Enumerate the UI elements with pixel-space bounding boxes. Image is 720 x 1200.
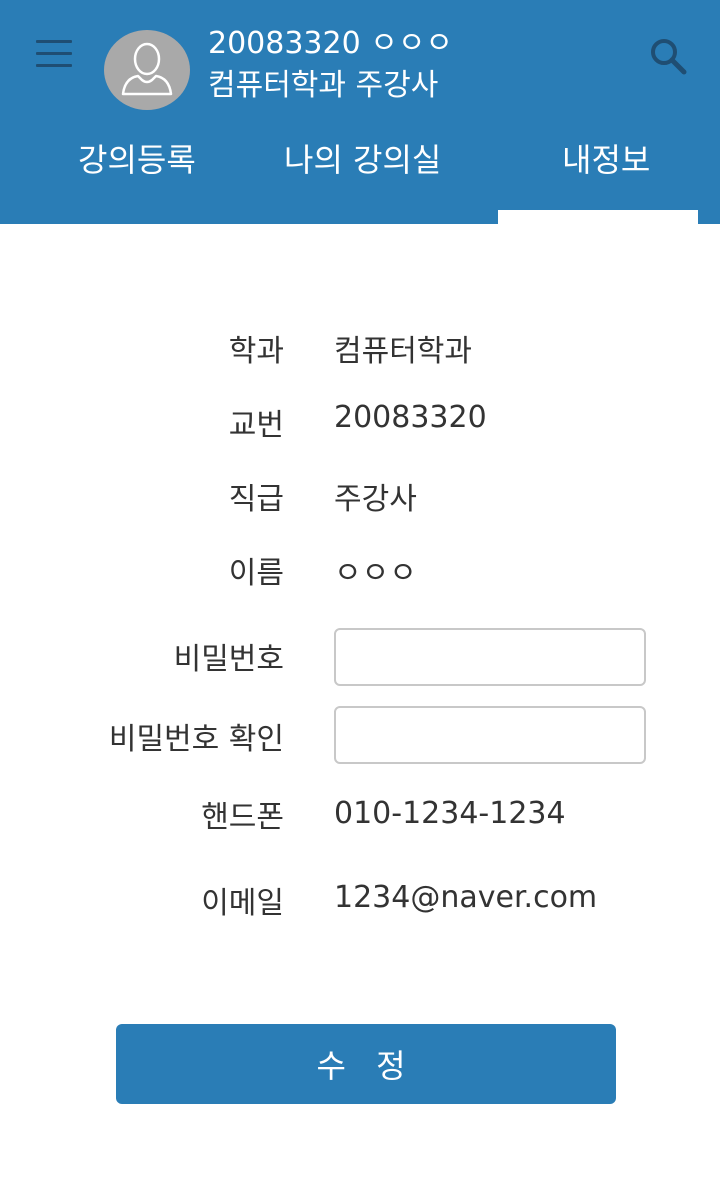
password-confirm-label: 비밀번호 확인	[108, 722, 284, 757]
name-value: ㅇㅇㅇ	[334, 556, 417, 591]
phone-value: 010-1234-1234	[334, 796, 566, 831]
avatar	[104, 30, 190, 110]
user-id-name: 20083320 ㅇㅇㅇ	[208, 26, 454, 61]
email-value: 1234@naver.com	[334, 880, 598, 915]
name-label: 이름	[228, 556, 284, 591]
hamburger-menu-icon[interactable]	[30, 36, 78, 72]
email-label: 이메일	[201, 886, 284, 921]
employee-no-label: 교번	[228, 408, 284, 443]
edit-submit-button[interactable]: 수 정	[116, 1024, 616, 1104]
position-label: 직급	[228, 482, 284, 517]
phone-label: 핸드폰	[201, 800, 284, 835]
password-label: 비밀번호	[173, 642, 284, 677]
my-info-screen: 20083320 ㅇㅇㅇ 컴퓨터학과 주강사 강의등록 나의 강의실 내정보 학…	[0, 0, 720, 1200]
password-confirm-input[interactable]	[334, 706, 646, 764]
employee-no-value: 20083320	[334, 400, 487, 435]
password-input[interactable]	[334, 628, 646, 686]
department-label: 학과	[228, 334, 284, 369]
tab-course-register[interactable]: 강의등록	[78, 138, 196, 182]
position-value: 주강사	[334, 482, 417, 517]
user-silhouette-icon	[121, 42, 173, 96]
user-dept-title: 컴퓨터학과 주강사	[208, 68, 439, 103]
active-tab-indicator	[498, 210, 698, 224]
app-header: 20083320 ㅇㅇㅇ 컴퓨터학과 주강사 강의등록 나의 강의실 내정보	[0, 0, 720, 224]
search-icon[interactable]	[642, 30, 694, 82]
department-value: 컴퓨터학과	[334, 334, 472, 369]
tab-my-info[interactable]: 내정보	[562, 138, 650, 182]
tab-my-classroom[interactable]: 나의 강의실	[284, 138, 441, 182]
